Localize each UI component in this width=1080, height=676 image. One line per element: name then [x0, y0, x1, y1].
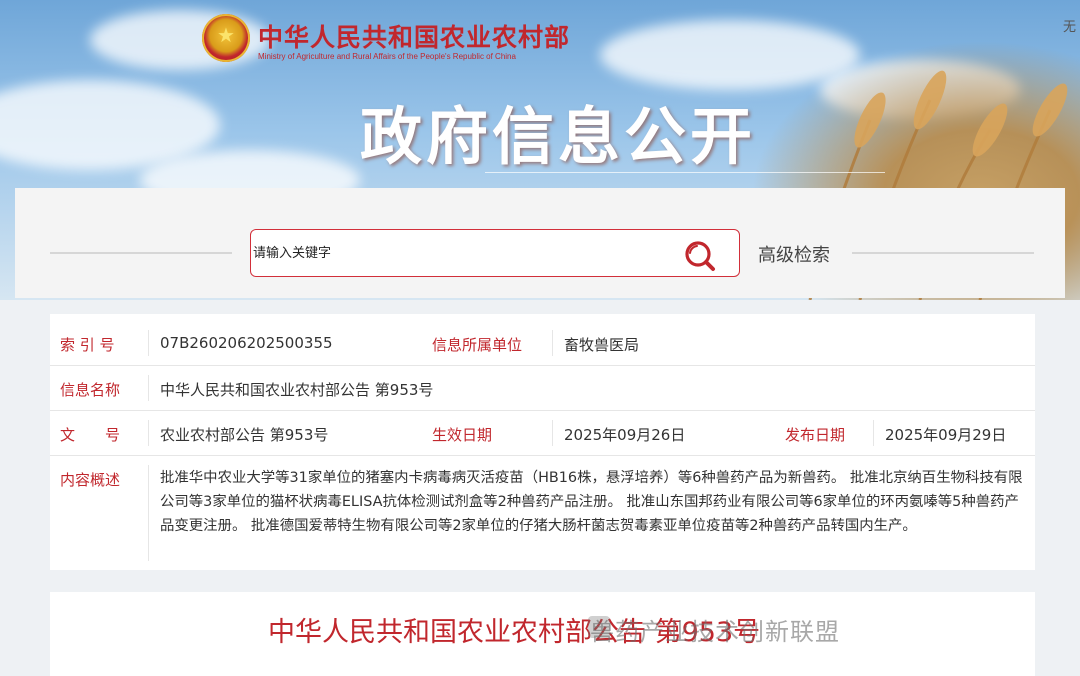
page-title: 政府信息公开 — [360, 100, 757, 173]
ministry-name-cn[interactable]: 中华人民共和国农业农村部 — [258, 18, 570, 54]
info-name-value: 中华人民共和国农业农村部公告 第953号 — [160, 381, 434, 399]
info-table: 索 引 号 07B260206202500355 信息所属单位 畜牧兽医局 信息… — [50, 314, 1035, 570]
effective-date-label: 生效日期 — [432, 426, 493, 444]
doc-number-label: 文 号 — [60, 426, 121, 444]
index-value: 07B260206202500355 — [160, 334, 333, 352]
header-corner-link[interactable]: 无 — [1063, 16, 1076, 35]
ministry-name-en: Ministry of Agriculture and Rural Affair… — [258, 52, 516, 61]
summary-value: 批准华中农业大学等31家单位的猪塞内卡病毒病灭活疫苗（HB16株，悬浮培养）等6… — [160, 470, 1023, 534]
divider-left — [50, 252, 232, 254]
row-divider — [50, 410, 1035, 411]
column-divider — [552, 330, 553, 356]
watermark-text: 兽药产业技术创新联盟 — [590, 618, 840, 646]
dept-value: 畜牧兽医局 — [564, 336, 640, 354]
search-icon[interactable] — [681, 238, 719, 272]
info-name-label: 信息名称 — [60, 381, 121, 399]
publish-date-label: 发布日期 — [785, 426, 846, 444]
dept-label: 信息所属单位 — [432, 336, 523, 354]
column-divider — [552, 420, 553, 446]
column-divider — [148, 375, 149, 401]
row-divider — [50, 455, 1035, 456]
title-underline — [485, 172, 885, 173]
search-box — [250, 229, 740, 277]
publish-date-value: 2025年09月29日 — [885, 426, 1007, 444]
national-emblem-logo[interactable] — [202, 14, 250, 62]
index-label: 索 引 号 — [60, 336, 115, 354]
advanced-search-link[interactable]: 高级检索 — [758, 241, 830, 267]
column-divider — [148, 330, 149, 356]
column-divider — [873, 420, 874, 446]
row-divider — [50, 365, 1035, 366]
divider-right — [852, 252, 1034, 254]
doc-number-value: 农业农村部公告 第953号 — [160, 426, 329, 444]
column-divider — [148, 420, 149, 446]
effective-date-value: 2025年09月26日 — [564, 426, 686, 444]
column-divider — [148, 465, 149, 561]
summary-label: 内容概述 — [60, 471, 121, 489]
search-input[interactable] — [253, 240, 653, 266]
